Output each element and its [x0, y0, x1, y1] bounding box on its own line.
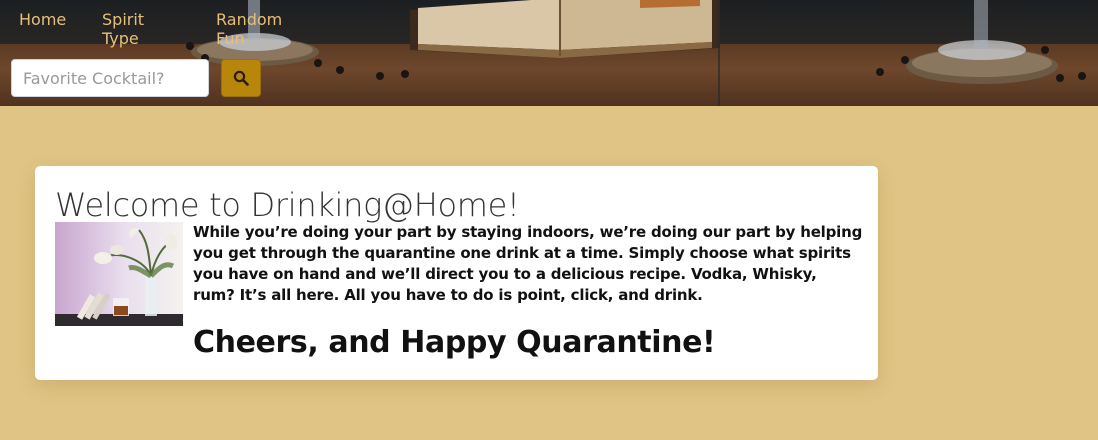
welcome-card: Welcome to Drinking@Home! While you’re d… [35, 166, 878, 380]
welcome-title: Welcome to Drinking@Home! [55, 186, 520, 224]
welcome-body: While you’re doing your part by staying … [193, 223, 863, 304]
nav-item-spirit-type[interactable]: Spirit Type [102, 10, 144, 48]
cocktail-flowers-photo [55, 222, 183, 326]
nav-item-random-fun[interactable]: Random Fun [216, 10, 282, 48]
banner-seam [718, 0, 720, 106]
nav-item-home[interactable]: Home [19, 10, 66, 29]
welcome-closing: Cheers, and Happy Quarantine! [193, 325, 716, 360]
search-icon [233, 70, 249, 86]
search-button[interactable] [221, 59, 261, 97]
search-input[interactable] [11, 59, 209, 97]
